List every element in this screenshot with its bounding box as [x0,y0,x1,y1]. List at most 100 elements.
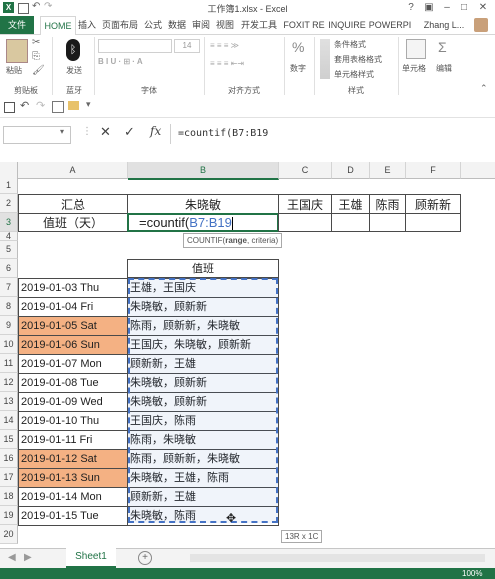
copy-icon[interactable]: ⎘ [32,51,40,62]
tab-formulas[interactable]: 公式 [142,16,164,34]
column-header-e[interactable]: E [370,162,406,179]
align-buttons-2[interactable]: ≡ ≡ ≡ ⇤⇥ [210,59,244,68]
duty-date-cell[interactable]: 2019-01-11 Fri [18,430,128,450]
formula-input[interactable]: =countif(B7:B19 [178,124,494,144]
cell-b2[interactable]: 朱晓敏 [127,194,279,214]
tab-inquire[interactable]: INQUIRE [328,16,366,34]
bluetooth-send-button[interactable]: 发送 [66,65,82,76]
duty-date-cell[interactable]: 2019-01-12 Sat [18,449,128,469]
row-header-13[interactable]: 13 [0,392,18,411]
duty-date-cell[interactable]: 2019-01-09 Wed [18,392,128,412]
row-header-5[interactable]: 5 [0,241,18,259]
column-header-d[interactable]: D [332,162,370,179]
duty-date-cell[interactable]: 2019-01-06 Sun [18,335,128,355]
edit-icon[interactable]: Σ [438,39,447,55]
minimize-button[interactable]: – [440,1,454,14]
font-format-buttons[interactable]: B I U · ⊞ · A [98,57,143,66]
row-header-17[interactable]: 17 [0,468,18,487]
cell-d3[interactable] [331,213,370,232]
cell-f3[interactable] [405,213,461,232]
cell-a2[interactable]: 汇总 [18,194,128,214]
worksheet-grid[interactable]: A B C D E F 1 2 3 4 5 6 7 8 9 10 11 12 13 14 15 16 17 18 1… [0,162,495,548]
number-format-icon[interactable]: % [292,39,304,55]
tab-page-layout[interactable]: 页面布局 [100,16,140,34]
cell-a3[interactable]: 值班（天） [18,213,128,232]
enter-icon[interactable]: ✓ [124,124,135,140]
cell-c3[interactable] [278,213,332,232]
tab-foxit[interactable]: FOXIT RE [282,16,326,34]
tab-file[interactable]: 文件 [0,16,34,34]
row-header-19[interactable]: 19 [0,506,18,525]
row-header-6[interactable]: 6 [0,259,18,278]
user-name[interactable]: Zhang L... [418,16,470,34]
select-all-corner[interactable] [0,162,18,179]
redo-icon[interactable]: ↷ [36,99,45,112]
avatar[interactable] [474,18,488,32]
cell-f2[interactable]: 顾新新 [405,194,461,214]
duty-date-cell[interactable]: 2019-01-07 Mon [18,354,128,374]
insert-function-button[interactable]: fx [150,124,161,138]
save-icon[interactable] [4,102,15,113]
duty-date-cell[interactable]: 2019-01-13 Sun [18,468,128,488]
paste-icon[interactable] [6,39,28,63]
row-header-15[interactable]: 15 [0,430,18,449]
row-header-1[interactable]: 1 [0,178,18,194]
collapse-ribbon-icon[interactable]: ⌃ [480,83,488,94]
column-header-c[interactable]: C [279,162,332,179]
row-header-14[interactable]: 14 [0,411,18,430]
cells-icon[interactable] [406,39,426,59]
paste-button[interactable]: 粘贴 [6,65,22,76]
open-icon[interactable] [68,101,79,110]
tab-view[interactable]: 视图 [214,16,236,34]
customize-qat-icon[interactable]: ▾ [86,99,91,110]
row-header-11[interactable]: 11 [0,354,18,373]
sheet-nav-next-icon[interactable]: ▶ [24,552,32,563]
tab-powerpivot[interactable]: POWERPI [368,16,412,34]
tab-data[interactable]: 数据 [166,16,188,34]
tab-developer[interactable]: 开发工具 [238,16,280,34]
cells-button[interactable]: 单元格 [402,63,426,74]
edit-button[interactable]: 编辑 [436,63,452,74]
cell-e2[interactable]: 陈雨 [369,194,406,214]
tab-home[interactable]: HOME [40,16,76,36]
maximize-button[interactable]: □ [457,1,471,14]
row-header-8[interactable]: 8 [0,297,18,316]
row-header-10[interactable]: 10 [0,335,18,354]
format-painter-icon[interactable]: 🖌 [32,65,45,76]
row-header-16[interactable]: 16 [0,449,18,468]
cell-e3[interactable] [369,213,406,232]
font-name-select[interactable] [98,39,172,53]
column-header-a[interactable]: A [18,162,128,179]
horizontal-scrollbar[interactable] [190,554,485,562]
column-header-b[interactable]: B [128,162,279,180]
cell-c2[interactable]: 王国庆 [278,194,332,214]
font-size-select[interactable]: 14 [174,39,200,53]
duty-date-cell[interactable]: 2019-01-14 Mon [18,487,128,507]
number-button[interactable]: 数字 [290,63,306,74]
duty-date-cell[interactable]: 2019-01-05 Sat [18,316,128,336]
cell-styles-button[interactable]: 单元格样式 [334,69,374,80]
print-preview-icon[interactable] [52,101,64,113]
row-header-2[interactable]: 2 [0,194,18,213]
format-as-table-button[interactable]: 套用表格格式 [334,54,382,65]
row-header-3[interactable]: 3 [0,213,18,232]
row-header-9[interactable]: 9 [0,316,18,335]
column-header-f[interactable]: F [406,162,461,179]
row-header-18[interactable]: 18 [0,487,18,506]
sheet-tab-sheet1[interactable]: Sheet1 [66,548,116,568]
undo-icon[interactable]: ↶ [20,99,29,112]
duty-date-cell[interactable]: 2019-01-08 Tue [18,373,128,393]
duty-date-cell[interactable]: 2019-01-03 Thu [18,278,128,298]
duty-date-cell[interactable]: 2019-01-10 Thu [18,411,128,431]
row-header-12[interactable]: 12 [0,373,18,392]
ribbon-display-icon[interactable]: ▣ [422,1,436,14]
cancel-icon[interactable]: ✕ [100,124,111,140]
row-header-4[interactable]: 4 [0,232,18,241]
bluetooth-icon[interactable]: ᛒ [66,39,80,61]
sheet-nav-prev-icon[interactable]: ◀ [8,552,16,563]
conditional-formatting-button[interactable]: 条件格式 [334,39,366,50]
cell-b3-active[interactable]: =countif(B7:B19 [127,213,279,232]
cut-icon[interactable]: ✂ [32,37,40,48]
cell-b6[interactable]: 值班 [127,259,279,278]
row-header-7[interactable]: 7 [0,278,18,297]
